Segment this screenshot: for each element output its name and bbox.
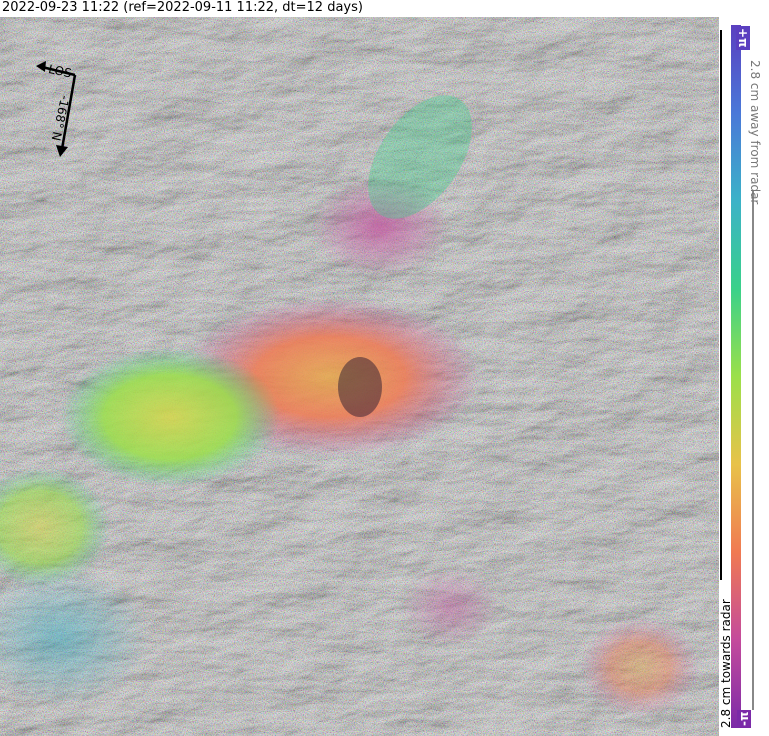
colorbar-away-label: 2.8 cm away from radar — [748, 60, 762, 205]
colorbar-towards-label: 2.8 cm towards radar — [719, 599, 733, 728]
los-compass: LOS -168° N — [30, 57, 100, 167]
away-arrow-line — [752, 190, 754, 710]
towards-arrow-line — [720, 30, 722, 580]
interferogram-image — [0, 17, 719, 736]
interferogram-map[interactable]: LOS -168° N — [0, 17, 719, 736]
colorbar-bottom-label: -π — [737, 709, 751, 728]
colorbar-top-label: +π — [736, 26, 750, 50]
figure-title: 2022-09-23 11:22 (ref=2022-09-11 11:22, … — [2, 0, 363, 15]
